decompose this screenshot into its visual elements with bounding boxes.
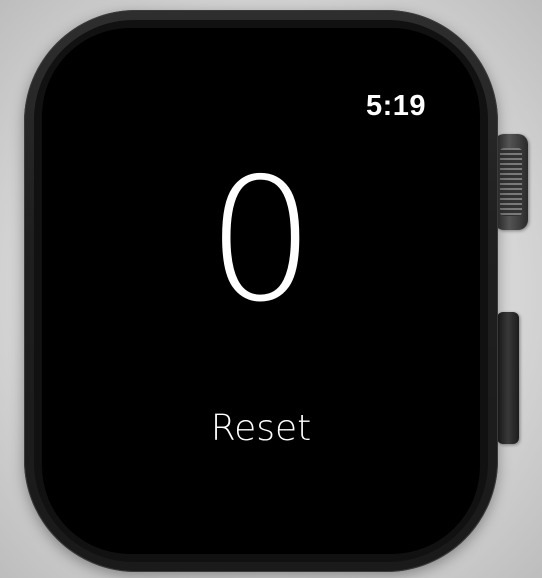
counter-value: 0: [206, 142, 316, 340]
watch-bezel: 5:19 0 Reset: [34, 20, 488, 562]
digital-crown[interactable]: [494, 134, 528, 230]
reset-button[interactable]: Reset: [42, 408, 480, 449]
side-button[interactable]: [497, 312, 519, 444]
watch-screen: 5:19 0 Reset: [42, 28, 480, 554]
status-time: 5:19: [365, 90, 426, 122]
digital-crown-icon: [500, 148, 522, 216]
watch-case: 5:19 0 Reset: [24, 10, 498, 572]
